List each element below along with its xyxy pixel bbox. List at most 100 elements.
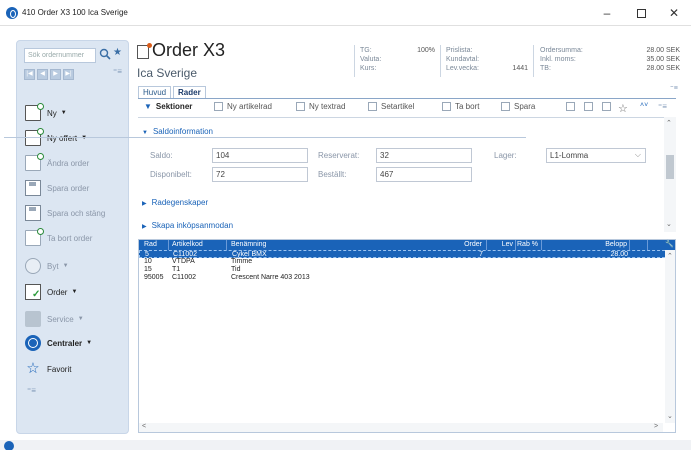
chevron-right-icon: ▶ <box>142 224 147 230</box>
nav-service[interactable]: Service ▼ <box>25 309 84 329</box>
order-document-icon <box>137 43 152 59</box>
cell-rad: 15 <box>144 266 152 273</box>
table-row[interactable]: 10 VTDPA Timme <box>139 258 675 266</box>
bestallt-field[interactable]: 467 <box>376 167 472 182</box>
favorite-star-icon[interactable]: ☆ <box>618 102 628 115</box>
nav-ny-offert[interactable]: Ny offert ▼ <box>25 128 87 148</box>
table-row[interactable]: 5 C11002 Cykel BMX 7 28.00 <box>139 250 675 258</box>
service-icon <box>25 311 41 327</box>
ta-bort-button[interactable]: Ta bort <box>442 102 479 111</box>
col-benamning[interactable]: Benämning <box>231 241 266 249</box>
divider <box>541 240 542 250</box>
tab-rader[interactable]: Rader <box>173 86 206 98</box>
col-lev[interactable]: Lev <box>500 241 513 249</box>
table-row[interactable]: 15 T1 Tid <box>139 266 675 274</box>
nav-ta-bort-order-label: Ta bort order <box>47 233 93 243</box>
sektioner-label: Sektioner <box>155 102 193 111</box>
nav-centraler[interactable]: Centraler ▼ <box>25 333 92 353</box>
customer-name: Ica Sverige <box>137 66 198 80</box>
nav-andra-order[interactable]: Ändra order <box>25 153 89 173</box>
column-settings-icon[interactable]: 🔧 <box>665 241 674 249</box>
cell-benamning: Crescent Narre 403 2013 <box>231 274 310 281</box>
nav-spara-och-stang[interactable]: Spara och stäng <box>25 203 105 223</box>
scroll-down-icon[interactable]: ⌄ <box>666 220 672 228</box>
last-record-button[interactable]: ▶| <box>63 69 74 80</box>
col-belopp[interactable]: Belopp <box>589 241 627 249</box>
close-button[interactable]: ✕ <box>657 0 691 26</box>
scroll-left-icon[interactable]: < <box>142 423 146 430</box>
col-rad[interactable]: Rad <box>144 241 157 249</box>
ny-textrad-label: Ny textrad <box>309 102 346 111</box>
scroll-up-icon[interactable]: ⌃ <box>666 119 672 127</box>
col-artikelkod[interactable]: Artikelkod <box>172 241 203 249</box>
radegenskaper-section-toggle[interactable]: ▶ Radegenskaper <box>142 198 208 207</box>
prev-record-button[interactable]: ◀ <box>37 69 48 80</box>
collapse-icon[interactable]: ⁼≡ <box>113 67 122 76</box>
expand-icon[interactable]: ⁼≡ <box>27 386 36 395</box>
setartikel-label: Setartikel <box>381 102 415 111</box>
bestallt-label: Beställt: <box>318 170 347 179</box>
col-order[interactable]: Order <box>461 241 482 249</box>
options-icon[interactable]: ⁼≡ <box>658 102 667 111</box>
details-panel: ▼ Saldoinformation Saldo: 104 Disponibelt… <box>138 117 664 232</box>
ny-artikelrad-button[interactable]: Ny artikelrad <box>214 102 272 111</box>
cell-artikelkod: VTDPA <box>172 258 195 265</box>
favorite-star-icon[interactable]: ★ <box>113 47 122 58</box>
setartikel-button[interactable]: Setartikel <box>368 102 414 111</box>
saldo-field[interactable]: 104 <box>212 148 308 163</box>
spara-label: Spara <box>514 102 536 111</box>
scroll-thumb[interactable] <box>666 155 674 179</box>
valuta-label: Valuta: <box>360 56 382 63</box>
order-rows-table: Rad Artikelkod Benämning Order Lev Rab %… <box>138 239 676 433</box>
switch-icon <box>25 258 41 274</box>
kurs-label: Kurs: <box>360 65 377 72</box>
nav-ny[interactable]: Ny ▼ <box>25 103 67 123</box>
tb-label: TB: <box>540 65 551 72</box>
grid-icon <box>566 102 575 111</box>
settings-button[interactable] <box>602 102 615 111</box>
divider <box>354 45 355 77</box>
minimize-button[interactable]: – <box>590 0 624 26</box>
collapse-icon[interactable]: ⁼≡ <box>670 84 678 93</box>
sektioner-button[interactable]: ▼ Sektioner <box>144 102 192 111</box>
reserverat-field[interactable]: 32 <box>376 148 472 163</box>
maximize-button[interactable] <box>624 0 658 26</box>
nav-favorit[interactable]: ☆ Favorit <box>25 359 71 379</box>
nav-ta-bort-order[interactable]: Ta bort order <box>25 228 92 248</box>
divider <box>486 240 487 250</box>
cell-rad: 10 <box>144 258 152 265</box>
info-button[interactable] <box>584 102 597 111</box>
first-record-button[interactable]: |◀ <box>24 69 35 80</box>
ny-textrad-button[interactable]: Ny textrad <box>296 102 345 111</box>
new-document-icon <box>25 103 44 121</box>
new-row-icon <box>214 102 223 111</box>
table-vertical-scrollbar[interactable]: ⌃ ⌄ <box>665 250 675 423</box>
details-scrollbar[interactable]: ⌃ ⌄ <box>664 117 676 232</box>
nav-order[interactable]: Order▼ <box>25 282 77 302</box>
scroll-up-icon[interactable]: ⌃ <box>667 252 673 260</box>
table-horizontal-scrollbar[interactable]: < > <box>139 423 663 432</box>
reserverat-label: Reserverat: <box>318 151 360 160</box>
lager-select[interactable]: L1-Lomma ⌵ <box>546 148 646 163</box>
chevron-down-icon: ▼ <box>142 130 148 136</box>
inklmoms-label: Inkl. moms: <box>540 56 576 63</box>
nav-spara-order[interactable]: Spara order <box>25 178 89 198</box>
nav-byt[interactable]: Byt ▼ <box>25 256 69 276</box>
scroll-down-icon[interactable]: ⌄ <box>667 412 673 420</box>
inkopsanmodan-section-toggle[interactable]: ▶ Skapa inköpsanmodan <box>142 221 233 230</box>
disponibelt-field[interactable]: 72 <box>212 167 308 182</box>
nav-andra-order-label: Ändra order <box>47 158 90 168</box>
collapse-all-icon[interactable]: ˄˅ <box>640 102 648 109</box>
search-icon[interactable] <box>99 48 111 60</box>
tab-huvud[interactable]: Huvud <box>138 86 172 98</box>
spara-button[interactable]: Spara <box>501 102 535 111</box>
table-row[interactable]: 95005 C11002 Crescent Narre 403 2013 <box>139 274 675 282</box>
scroll-right-icon[interactable]: > <box>654 423 658 430</box>
grid-view-button[interactable] <box>566 102 579 111</box>
chevron-down-icon: ⌵ <box>634 150 641 159</box>
next-record-button[interactable]: ▶ <box>50 69 61 80</box>
search-input[interactable]: Sök ordernummer <box>24 48 96 63</box>
col-rab[interactable]: Rab % <box>517 241 538 249</box>
saldoinformation-section-toggle[interactable]: ▼ Saldoinformation <box>142 127 213 136</box>
nav-centraler-label: Centraler <box>47 338 83 348</box>
